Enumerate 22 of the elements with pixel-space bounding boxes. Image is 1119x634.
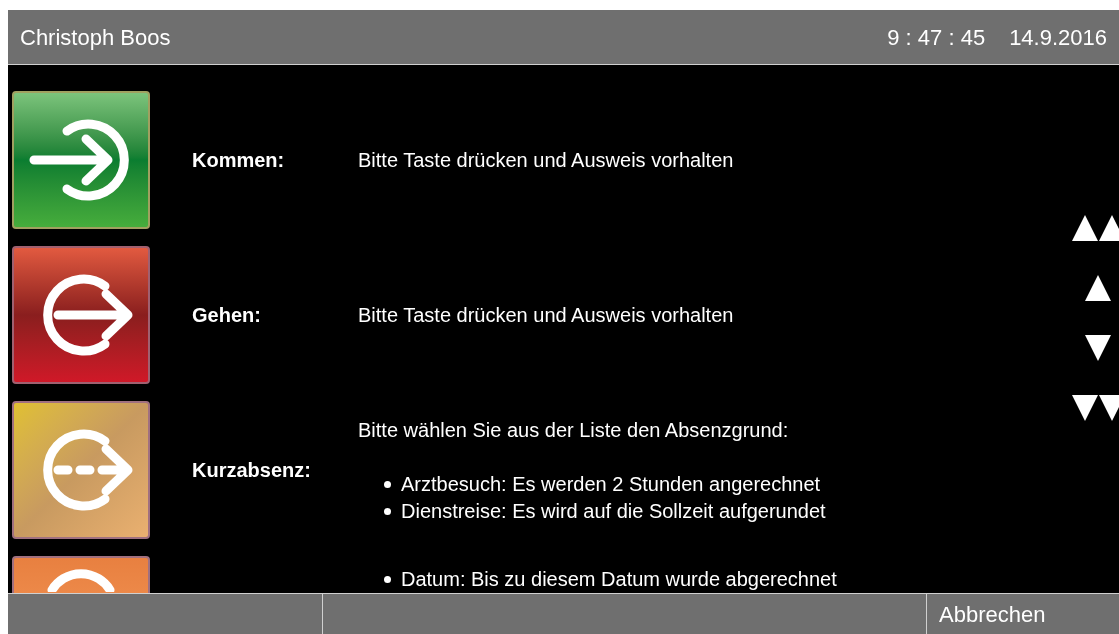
double-down-triangle-icon[interactable] bbox=[1072, 395, 1119, 421]
bullet-text: Dienstreise: Es wird auf die Sollzeit aufgerundet bbox=[401, 499, 826, 524]
bullet-text: Arztbesuch: Es werden 2 Stunden angerechnet bbox=[401, 472, 821, 497]
instruction-text: Bitte wählen Sie aus der Liste den Absenzgrund: bbox=[358, 418, 790, 443]
bullet-icon bbox=[384, 508, 391, 515]
action-tile-button[interactable] bbox=[12, 91, 150, 229]
down-triangle-icon[interactable] bbox=[1085, 335, 1111, 361]
clock-time: 9 : 47 : 45 bbox=[887, 23, 986, 52]
instruction-text: Bitte Taste drücken und Ausweis vorhalten bbox=[358, 303, 734, 328]
action-label: Gehen: bbox=[192, 304, 261, 326]
user-name: Christoph Boos bbox=[20, 23, 171, 52]
action-label: Kurzabsenz: bbox=[192, 459, 311, 481]
action-label: Kommen: bbox=[192, 149, 285, 171]
date: 14.9.2016 bbox=[1009, 23, 1107, 52]
action-tile-button[interactable] bbox=[12, 401, 150, 539]
up-triangle-icon[interactable] bbox=[1085, 275, 1111, 301]
double-up-triangle-icon[interactable] bbox=[1072, 215, 1119, 241]
action-tile-button[interactable] bbox=[12, 246, 150, 384]
instruction-text: Bitte Taste drücken und Ausweis vorhalten bbox=[358, 148, 734, 173]
bullet-icon bbox=[384, 576, 391, 583]
bullet-icon bbox=[384, 481, 391, 488]
bullet-text: Datum: Bis zu diesem Datum wurde abgerechnet bbox=[401, 567, 837, 592]
